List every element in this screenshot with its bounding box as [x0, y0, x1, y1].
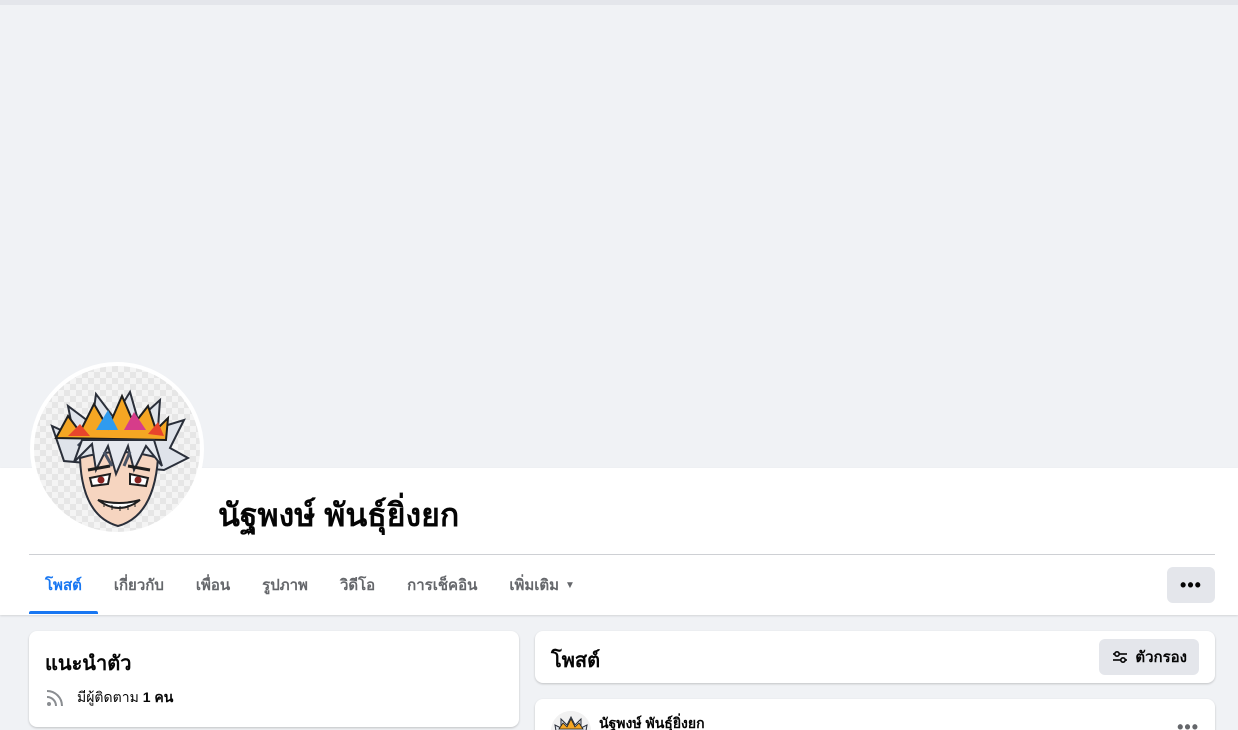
profile-name: นัฐพงษ์ พันธุ์ยิ่งยก	[218, 497, 460, 533]
rss-icon	[45, 688, 65, 708]
posts-title: โพสต์	[551, 650, 601, 672]
header-divider	[29, 554, 1215, 555]
tab-more[interactable]: เพิ่มเติม ▼	[493, 556, 591, 614]
tab-friends[interactable]: เพื่อน	[180, 556, 246, 614]
post-menu-button[interactable]: •••	[1177, 717, 1199, 730]
post-author-name[interactable]: นัฐพงษ์ พันธุ์ยิ่งยก	[599, 713, 705, 730]
tab-about[interactable]: เกี่ยวกับ	[98, 556, 180, 614]
intro-card: แนะนำตัว มีผู้ติดตาม 1 คน	[29, 631, 519, 727]
posts-header-card: โพสต์ ตัวกรอง	[535, 631, 1215, 683]
followers-row: มีผู้ติดตาม 1 คน	[45, 687, 173, 709]
more-options-button[interactable]: •••	[1167, 567, 1215, 603]
profile-avatar[interactable]	[30, 362, 204, 536]
filter-button[interactable]: ตัวกรอง	[1099, 639, 1199, 675]
followers-text: มีผู้ติดตาม 1 คน	[77, 689, 174, 705]
sliders-icon	[1111, 648, 1129, 666]
post-author-avatar[interactable]	[551, 711, 591, 730]
post-card: นัฐพงษ์ พันธุ์ยิ่งยก •••	[535, 699, 1215, 730]
anime-avatar-image	[50, 389, 191, 528]
tab-posts[interactable]: โพสต์	[29, 556, 98, 614]
tab-photos[interactable]: รูปภาพ	[246, 556, 324, 614]
tab-check-ins[interactable]: การเช็คอิน	[391, 556, 493, 614]
profile-tabs: โพสต์ เกี่ยวกับ เพื่อน รูปภาพ วิดีโอ การ…	[29, 556, 591, 614]
caret-down-icon: ▼	[565, 579, 575, 591]
tab-videos[interactable]: วิดีโอ	[324, 556, 391, 614]
followers-count[interactable]: 1 คน	[143, 689, 174, 705]
intro-title: แนะนำตัว	[45, 653, 132, 675]
